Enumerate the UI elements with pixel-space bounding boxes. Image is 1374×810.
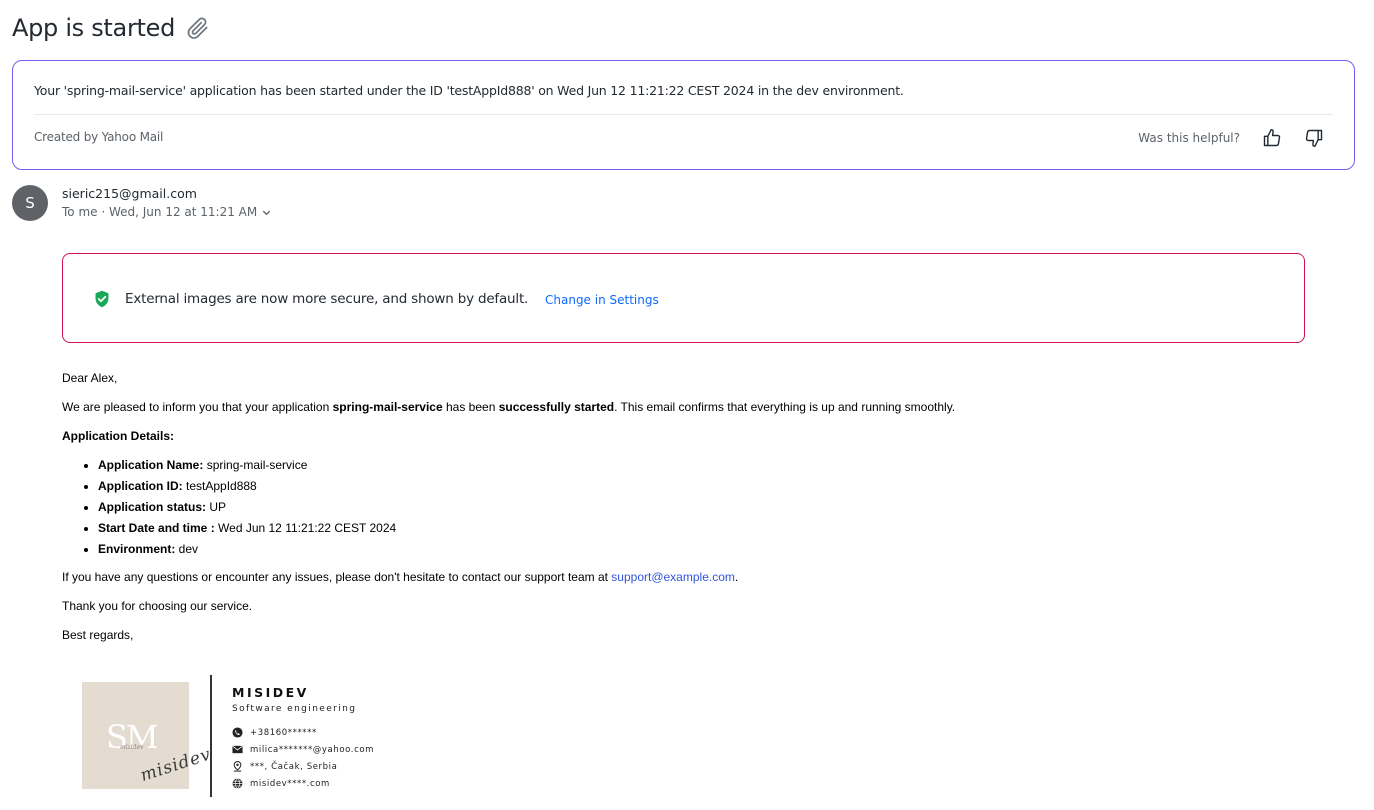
sender-email[interactable]: sieric215@gmail.com [62,186,272,201]
intro-status: successfully started [498,400,615,414]
intro-mid: has been [442,400,499,414]
list-item: Application ID: testAppId888 [98,479,1262,493]
summary-credit: Created by Yahoo Mail [34,130,164,144]
sender-row: S sieric215@gmail.com To me · Wed, Jun 1… [12,185,272,221]
subject-row: App is started [12,14,211,42]
sender-info: sieric215@gmail.com To me · Wed, Jun 12 … [62,185,272,221]
intro-post: . This email confirms that everything is… [614,400,956,414]
thumbs-up-icon [1263,128,1281,147]
thumbs-down-button[interactable] [1300,124,1328,152]
signature-phone: +38160****** [232,727,317,738]
signature-location: ***, Čačak, Serbia [232,761,337,772]
external-images-notice: External images are now more secure, and… [62,253,1305,343]
summary-divider [34,114,1333,115]
paperclip-icon[interactable] [185,15,211,41]
thumbs-down-icon [1305,129,1323,148]
email-signature: SM misidev misidev MISIDEV Software engi… [82,675,402,800]
intro-app-name: spring-mail-service [332,400,443,414]
details-list: Application Name: spring-mail-service Ap… [62,458,1262,556]
recipient-meta[interactable]: To me · Wed, Jun 12 at 11:21 AM [62,205,272,219]
mail-icon [232,745,243,754]
ai-summary-card: Your 'spring-mail-service' application h… [12,60,1355,170]
summary-text: Your 'spring-mail-service' application h… [34,83,904,98]
list-item: Start Date and time : Wed Jun 12 11:21:2… [98,521,1262,535]
details-heading: Application Details: [62,429,175,443]
greeting: Dear Alex, [62,371,118,385]
avatar[interactable]: S [12,185,48,221]
intro-paragraph: We are pleased to inform you that your a… [62,400,1262,414]
thumbs-up-button[interactable] [1258,124,1286,152]
phone-icon [232,727,243,738]
signature-divider [210,675,212,797]
list-item: Application status: UP [98,500,1262,514]
globe-icon [232,778,243,789]
email-body: Dear Alex, We are pleased to inform you … [62,371,1262,657]
change-in-settings-link[interactable]: Change in Settings [545,293,659,307]
signature-name: MISIDEV [232,685,309,700]
recipient-meta-text: To me · Wed, Jun 12 at 11:21 AM [62,205,258,219]
shield-check-icon [95,290,109,308]
list-item: Environment: dev [98,542,1262,556]
email-subject: App is started [12,14,176,42]
support-email-link[interactable]: support@example.com [611,570,735,584]
list-item: Application Name: spring-mail-service [98,458,1262,472]
signature-logo-subtext: misidev [120,744,144,751]
signature-website: misidev****.com [232,778,330,789]
chevron-down-icon [263,210,271,215]
support-paragraph: If you have any questions or encounter a… [62,570,739,584]
notice-text: External images are now more secure, and… [125,291,529,307]
feedback-label: Was this helpful? [1138,131,1240,145]
location-pin-icon [233,761,242,772]
feedback-group: Was this helpful? [1138,124,1328,152]
intro-pre: We are pleased to inform you that your a… [62,400,333,414]
signature-email: milica*******@yahoo.com [232,744,374,755]
thanks-line: Thank you for choosing our service. [62,599,253,613]
signature-role: Software engineering [232,704,357,714]
closing-line: Best regards, [62,628,134,642]
